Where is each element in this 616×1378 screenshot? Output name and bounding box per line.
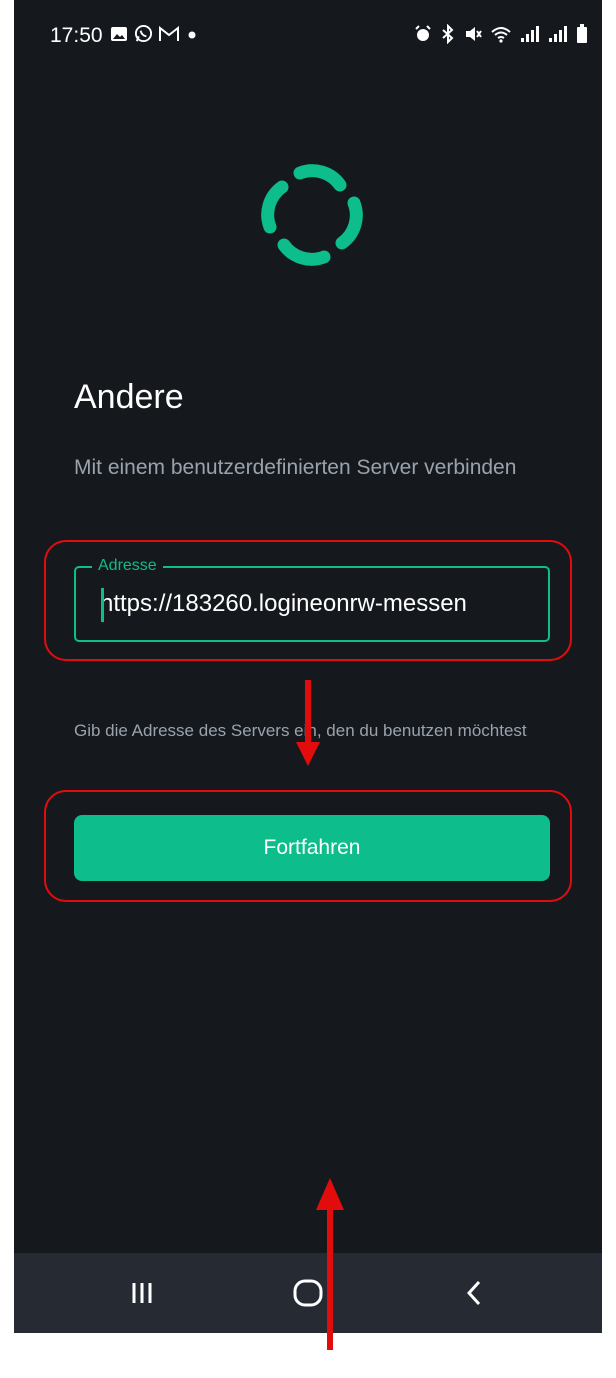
element-logo-icon [261, 164, 363, 266]
status-time: 17:50 [50, 24, 103, 47]
alarm-icon [415, 25, 431, 41]
gallery-icon [111, 26, 127, 41]
whatsapp-icon [134, 24, 153, 43]
home-button[interactable] [248, 1253, 368, 1333]
page-title: Andere [74, 378, 184, 416]
notification-dot [188, 31, 196, 38]
back-icon [466, 1280, 481, 1306]
signal-icon [549, 26, 567, 42]
recent-apps-icon [132, 1283, 152, 1303]
page-subtitle: Mit einem benutzerdefinierten Server ver… [74, 456, 517, 479]
mute-icon [466, 27, 482, 41]
status-right-icons [414, 24, 588, 44]
bluetooth-icon [442, 24, 454, 44]
recent-apps-button[interactable] [82, 1253, 202, 1333]
gmail-icon [159, 25, 179, 41]
navigation-bar [14, 1253, 602, 1333]
signal-icon [521, 26, 539, 42]
status-bar: 17:50 [14, 0, 602, 70]
annotation-box-address [44, 540, 572, 661]
battery-icon [577, 24, 587, 43]
wifi-icon [491, 27, 511, 43]
phone-screen: 17:50 Andere Mit einem benutzerdefiniert… [14, 0, 602, 1333]
address-hint: Gib die Adresse des Servers ein, den du … [74, 721, 527, 740]
annotation-box-button [44, 790, 572, 902]
back-button[interactable] [414, 1253, 534, 1333]
status-left-icons [110, 24, 199, 43]
home-icon [293, 1279, 323, 1307]
